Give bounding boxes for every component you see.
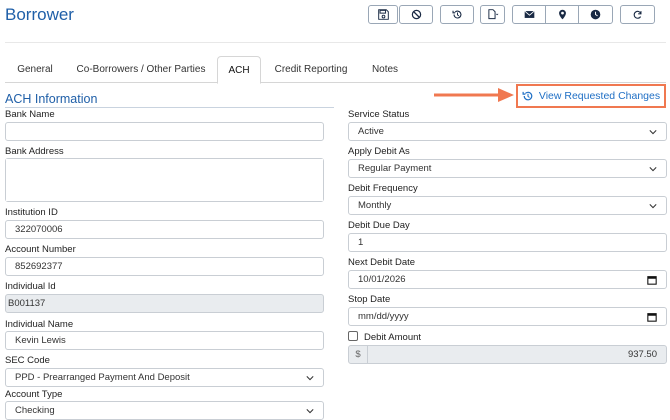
debit-frequency-value: Monthly (358, 200, 392, 211)
chevron-down-icon (306, 375, 314, 380)
debit-amount-field: 937.50 (367, 345, 667, 364)
chevron-down-icon (649, 129, 657, 134)
next-debit-date-label: Next Debit Date (348, 257, 416, 268)
currency-addon: $ (348, 345, 368, 364)
save-button[interactable] (368, 5, 398, 24)
debit-due-day-field[interactable]: 1 (348, 233, 667, 252)
individual-id-label: Individual Id (5, 281, 56, 292)
bank-address-label: Bank Address (5, 146, 64, 157)
tab-general[interactable]: General (13, 56, 57, 83)
service-status-label: Service Status (348, 109, 410, 120)
next-debit-date-field[interactable]: 10/01/2026 (348, 270, 667, 289)
account-type-select[interactable]: Checking (5, 401, 324, 420)
refresh-icon (633, 10, 642, 19)
map-marker-icon (558, 9, 566, 20)
service-status-value: Active (358, 126, 384, 137)
history-icon (451, 10, 461, 19)
schedule-button[interactable] (578, 5, 613, 24)
document-dropdown-button[interactable] (480, 5, 505, 24)
bank-address-field[interactable] (5, 158, 324, 202)
apply-debit-as-select[interactable]: Regular Payment (348, 159, 667, 178)
bank-name-label: Bank Name (5, 109, 55, 120)
section-title: ACH Information (5, 92, 98, 106)
stop-date-label: Stop Date (348, 294, 391, 305)
debit-due-day-label: Debit Due Day (348, 220, 410, 231)
annotation-arrow-icon (434, 88, 514, 102)
sec-code-value: PPD - Prearranged Payment And Deposit (15, 372, 190, 383)
save-icon (377, 9, 389, 20)
chevron-down-icon (306, 408, 314, 413)
chevron-down-icon (649, 166, 657, 171)
history-icon (522, 91, 533, 101)
section-divider (5, 107, 334, 108)
bank-address-textarea[interactable] (6, 159, 323, 201)
account-number-field[interactable]: 852692377 (5, 257, 324, 276)
tab-notes[interactable]: Notes (367, 56, 403, 83)
account-number-label: Account Number (5, 244, 76, 255)
account-type-value: Checking (15, 405, 55, 416)
debit-amount-checkbox[interactable] (348, 331, 358, 341)
next-debit-date-value: 10/01/2026 (358, 274, 406, 285)
tab-ach[interactable]: ACH (217, 56, 261, 84)
calendar-icon[interactable] (647, 312, 657, 322)
refresh-button[interactable] (620, 5, 655, 24)
clock-icon (590, 9, 601, 20)
stop-date-value: mm/dd/yyyy (358, 311, 409, 322)
view-requested-changes-label: View Requested Changes (538, 90, 661, 102)
institution-id-field[interactable]: 322070006 (5, 220, 324, 239)
apply-debit-as-value: Regular Payment (358, 163, 432, 174)
document-dropdown-icon (487, 9, 498, 20)
account-type-label: Account Type (5, 389, 63, 400)
cancel-icon (411, 9, 421, 20)
individual-name-label: Individual Name (5, 319, 74, 330)
institution-id-label: Institution ID (5, 207, 58, 218)
tab-co-borrowers[interactable]: Co-Borrowers / Other Parties (73, 56, 209, 83)
sec-code-select[interactable]: PPD - Prearranged Payment And Deposit (5, 368, 324, 387)
debit-amount-label: Debit Amount (364, 332, 422, 343)
debit-frequency-label: Debit Frequency (348, 183, 418, 194)
header-divider (5, 42, 666, 43)
chevron-down-icon (649, 203, 657, 208)
individual-id-field: B001137 (5, 294, 324, 313)
history-button[interactable] (440, 5, 474, 24)
envelope-icon (523, 10, 535, 18)
view-requested-changes-link[interactable]: View Requested Changes (516, 84, 666, 108)
email-button[interactable] (512, 5, 546, 24)
page-title: Borrower (5, 5, 74, 24)
apply-debit-as-label: Apply Debit As (348, 146, 410, 157)
location-button[interactable] (545, 5, 579, 24)
individual-name-field[interactable]: Kevin Lewis (5, 331, 324, 350)
tab-credit-reporting[interactable]: Credit Reporting (271, 56, 351, 83)
debit-frequency-select[interactable]: Monthly (348, 196, 667, 215)
sec-code-label: SEC Code (5, 355, 50, 366)
calendar-icon[interactable] (647, 275, 657, 285)
service-status-select[interactable]: Active (348, 122, 667, 141)
bank-name-field[interactable] (5, 122, 324, 141)
tab-bar: General Co-Borrowers / Other Parties ACH… (5, 56, 666, 84)
stop-date-field[interactable]: mm/dd/yyyy (348, 307, 667, 326)
cancel-button[interactable] (399, 5, 433, 24)
